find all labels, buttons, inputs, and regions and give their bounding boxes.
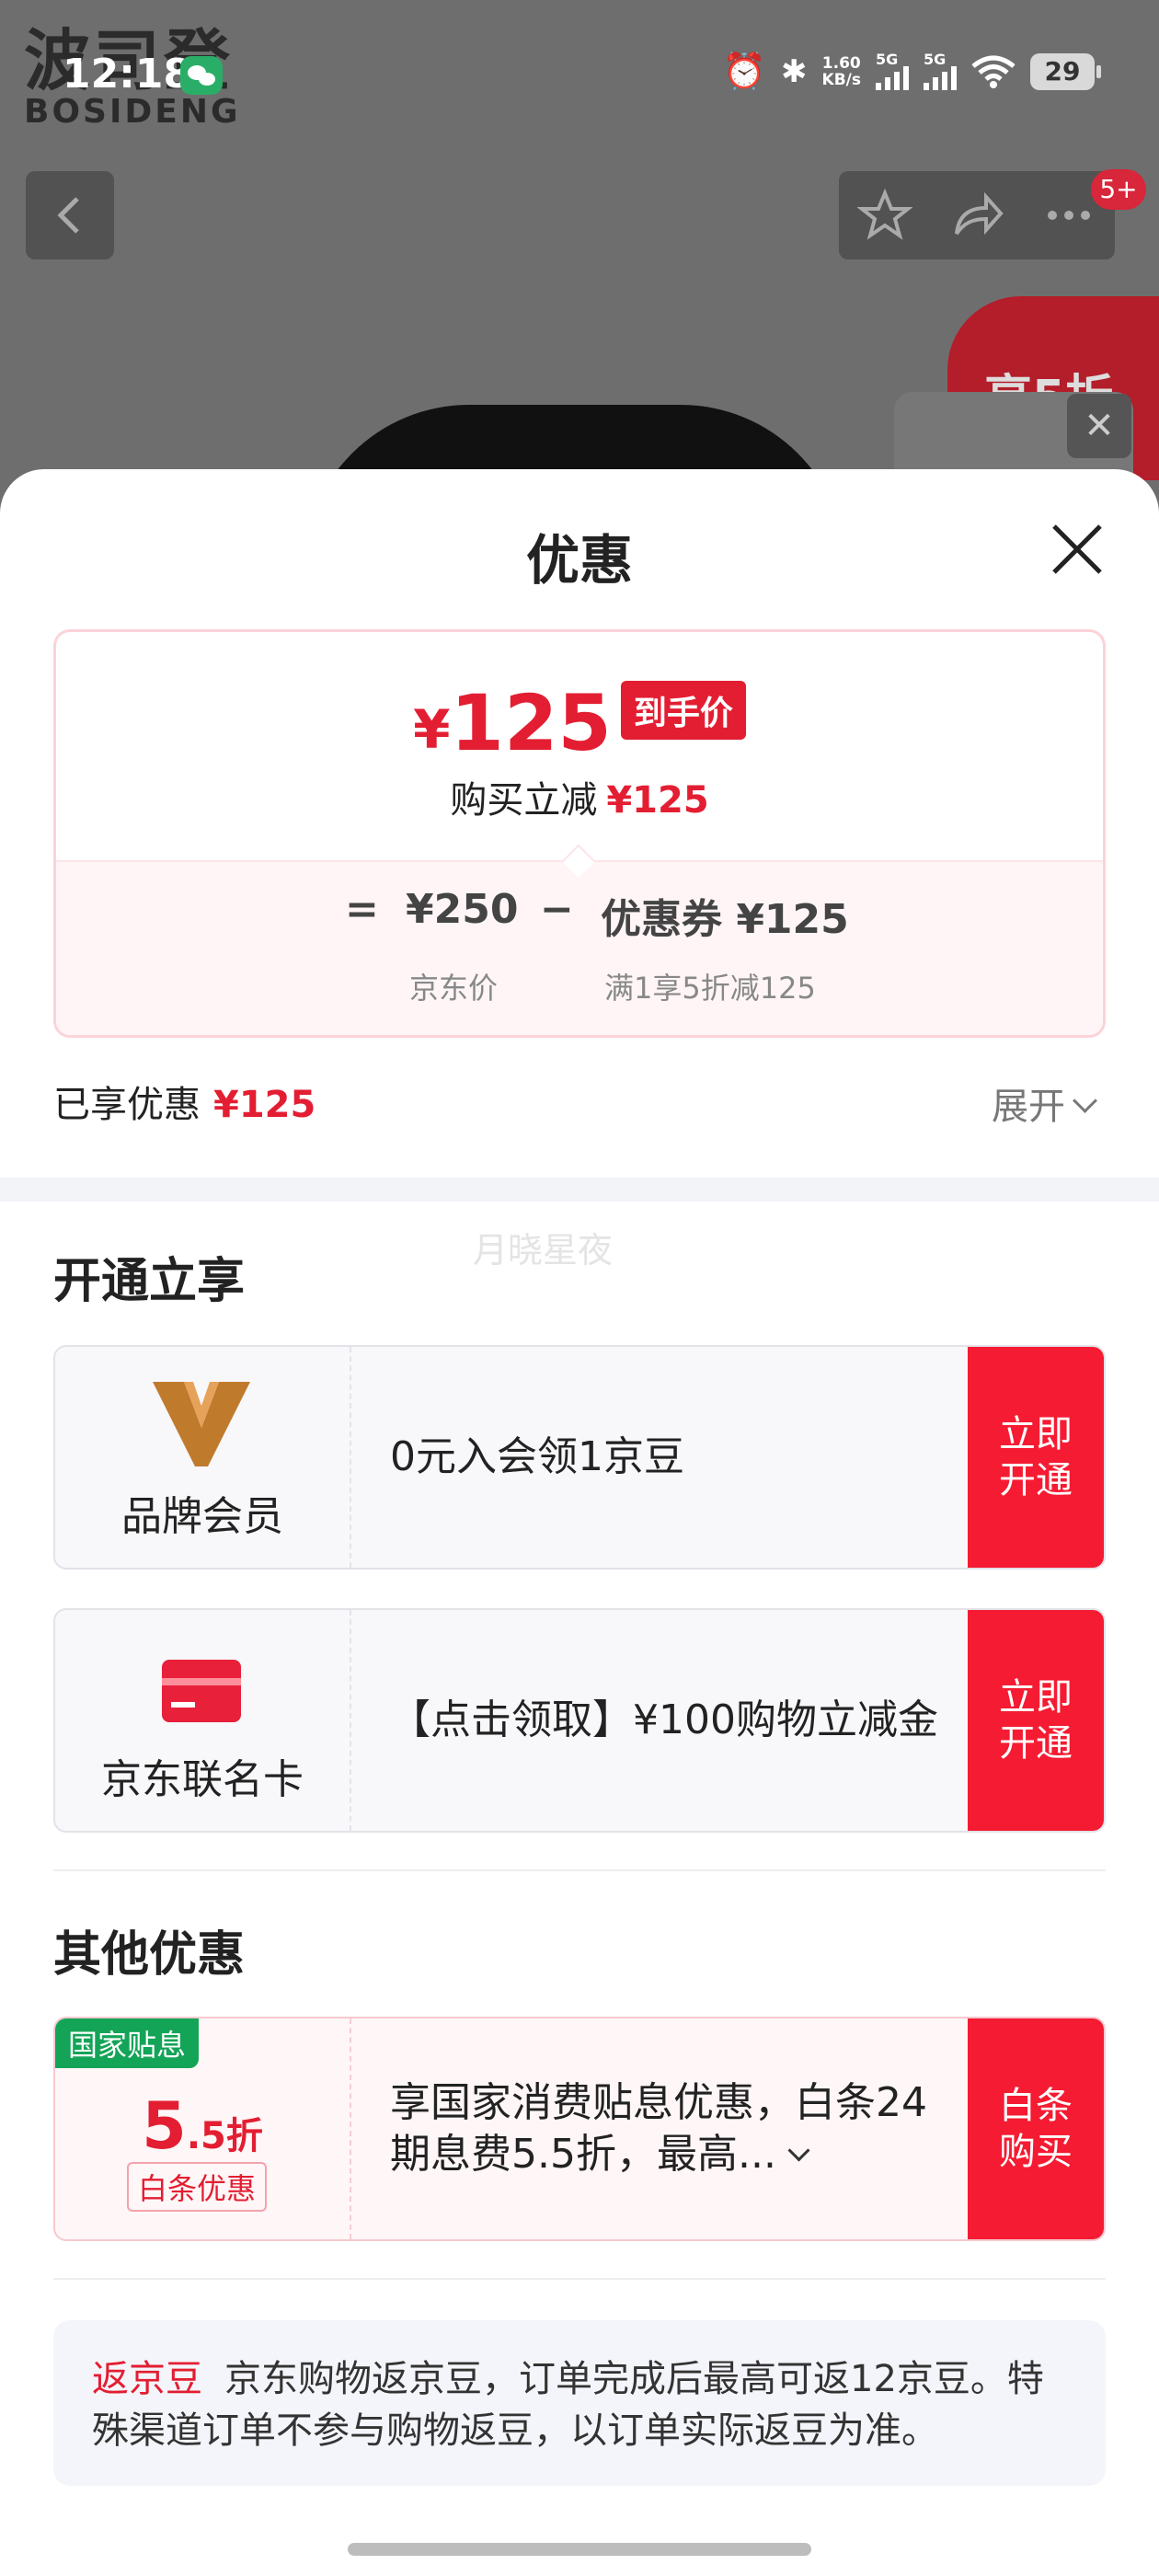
price-formula-area bbox=[56, 860, 1103, 1035]
coupon-rule: 满1享5折减125 bbox=[604, 971, 816, 1006]
baitiao-tag: 白条优惠 bbox=[127, 2162, 268, 2212]
jd-bean-text: 京东购物返京豆，订单完成后最高可返12京豆。特殊渠道订单不参与购物返豆，以订单实… bbox=[92, 2358, 1044, 2452]
signal-bars-icon bbox=[924, 65, 957, 90]
chevron-down-icon bbox=[787, 2139, 810, 2162]
formula-equals: = bbox=[345, 886, 379, 933]
discount-value: 5.5折 bbox=[55, 2088, 350, 2164]
watermark: 月晓星夜 bbox=[473, 1230, 614, 1271]
close-icon[interactable] bbox=[1049, 521, 1106, 578]
offer-left-panel: 国家贴息 5.5折 白条优惠 bbox=[55, 2018, 351, 2239]
home-indicator[interactable] bbox=[348, 2543, 811, 2556]
open-section-title: 开通立享 bbox=[53, 1254, 246, 1309]
offer-name: 京东联名卡 bbox=[101, 1756, 304, 1803]
discount-big: 5 bbox=[142, 2088, 187, 2164]
baitiao-subsidy-offer[interactable]: 国家贴息 5.5折 白条优惠 享国家消费贴息优惠，白条24期息费5.5折，最高.… bbox=[53, 2017, 1106, 2241]
final-price-tag: 到手价 bbox=[620, 681, 746, 740]
join-member-button[interactable]: 立即开通 bbox=[968, 1347, 1104, 1568]
floating-close-icon[interactable]: ✕ bbox=[1067, 394, 1131, 458]
offer-description: 0元入会领1京豆 bbox=[390, 1433, 684, 1480]
offer-description[interactable]: 享国家消费贴息优惠，白条24期息费5.5折，最高... bbox=[390, 2018, 960, 2239]
coupon-value: 优惠券 ¥125 bbox=[601, 896, 849, 943]
status-bar: 12:18 ⏰ ✱ 1.60 KB/s 5G 5G 29 bbox=[0, 51, 1159, 106]
expand-toggle[interactable]: 展开 bbox=[992, 1076, 1097, 1130]
wifi-icon bbox=[971, 55, 1016, 88]
signal-sim2: 5G bbox=[924, 50, 957, 90]
apply-card-button[interactable]: 立即开通 bbox=[968, 1610, 1104, 1831]
bank-card-icon bbox=[162, 1660, 241, 1722]
enjoyed-discount-amount: ¥125 bbox=[213, 1084, 316, 1126]
offer-description: 【点击领取】¥100购物立减金 bbox=[390, 1696, 938, 1743]
status-time: 12:18 bbox=[63, 51, 192, 98]
enjoyed-discount-label: 已享优惠 bbox=[53, 1084, 201, 1126]
sim2-label: 5G bbox=[924, 50, 947, 68]
star-icon[interactable] bbox=[857, 188, 912, 243]
co-brand-card-offer[interactable]: 京东联名卡 【点击领取】¥100购物立减金 立即开通 bbox=[53, 1608, 1106, 1833]
gov-subsidy-tag: 国家贴息 bbox=[55, 2018, 200, 2068]
more-icon[interactable] bbox=[1041, 188, 1096, 243]
chevron-left-icon bbox=[57, 197, 79, 234]
formula-minus: − bbox=[540, 886, 574, 933]
network-speed-value: 1.60 bbox=[821, 53, 861, 73]
cta-label: 立即开通 bbox=[999, 1676, 1073, 1765]
discount-small: .5折 bbox=[186, 2115, 263, 2157]
section-divider bbox=[0, 1178, 1159, 1202]
brand-v-icon bbox=[153, 1382, 250, 1466]
price-breakdown-card: ¥125 到手价 购买立减 ¥125 = ¥250 − 优惠券 ¥125 京东价 满… bbox=[53, 629, 1106, 1038]
signal-bars-icon bbox=[876, 65, 909, 90]
enjoyed-discount: 已享优惠 ¥125 bbox=[53, 1075, 316, 1128]
jd-bean-label: 返京豆 bbox=[92, 2358, 202, 2400]
back-button[interactable] bbox=[26, 171, 114, 259]
final-price-value: 125 bbox=[450, 678, 612, 768]
offer-description-text: 享国家消费贴息优惠，白条24期息费5.5折，最高... bbox=[390, 2079, 927, 2178]
final-price-currency: ¥ bbox=[413, 698, 451, 761]
offer-left-panel: 京东联名卡 bbox=[55, 1610, 351, 1831]
battery-icon: 29 bbox=[1030, 52, 1101, 90]
discount-sheet: 优惠 ¥125 到手价 购买立减 ¥125 = ¥250 − 优惠券 ¥125 京东… bbox=[0, 469, 1159, 2576]
bluetooth-icon: ✱ bbox=[781, 52, 808, 90]
instant-discount-label: 购买立减 bbox=[450, 779, 598, 822]
expand-label: 展开 bbox=[992, 1086, 1065, 1128]
brand-member-offer[interactable]: 品牌会员 0元入会领1京豆 立即开通 bbox=[53, 1345, 1106, 1570]
offer-name: 品牌会员 bbox=[121, 1493, 283, 1540]
notification-badge: 5+ bbox=[1091, 169, 1146, 210]
jd-bean-note: 返京豆 京东购物返京豆，订单完成后最高可返12京豆。特殊渠道订单不参与购物返豆，以… bbox=[53, 2320, 1106, 2486]
cta-label: 白条购买 bbox=[999, 2085, 1073, 2173]
share-icon[interactable] bbox=[949, 188, 1004, 243]
sim1-label: 5G bbox=[876, 50, 899, 68]
divider-line bbox=[53, 1869, 1106, 1871]
instant-discount-amount: ¥125 bbox=[606, 779, 709, 822]
divider-line bbox=[53, 2278, 1106, 2280]
cta-label: 立即开通 bbox=[999, 1413, 1073, 1501]
top-action-group bbox=[839, 171, 1115, 259]
offer-left-panel: 品牌会员 bbox=[55, 1347, 351, 1568]
wechat-icon bbox=[180, 56, 223, 95]
network-speed: 1.60 KB/s bbox=[822, 55, 861, 88]
final-price: ¥125 到手价 bbox=[56, 678, 1103, 768]
baitiao-buy-button[interactable]: 白条购买 bbox=[968, 2018, 1104, 2239]
instant-discount-line: 购买立减 ¥125 bbox=[56, 770, 1103, 823]
jd-price-label: 京东价 bbox=[409, 971, 499, 1006]
chevron-down-icon bbox=[1073, 1088, 1097, 1113]
alarm-icon: ⏰ bbox=[722, 51, 767, 91]
sheet-title: 优惠 bbox=[525, 529, 633, 592]
signal-sim1: 5G bbox=[876, 50, 909, 90]
other-section-title: 其他优惠 bbox=[53, 1927, 246, 1983]
network-speed-unit: KB/s bbox=[821, 70, 861, 89]
jd-price-value: ¥250 bbox=[406, 886, 519, 933]
